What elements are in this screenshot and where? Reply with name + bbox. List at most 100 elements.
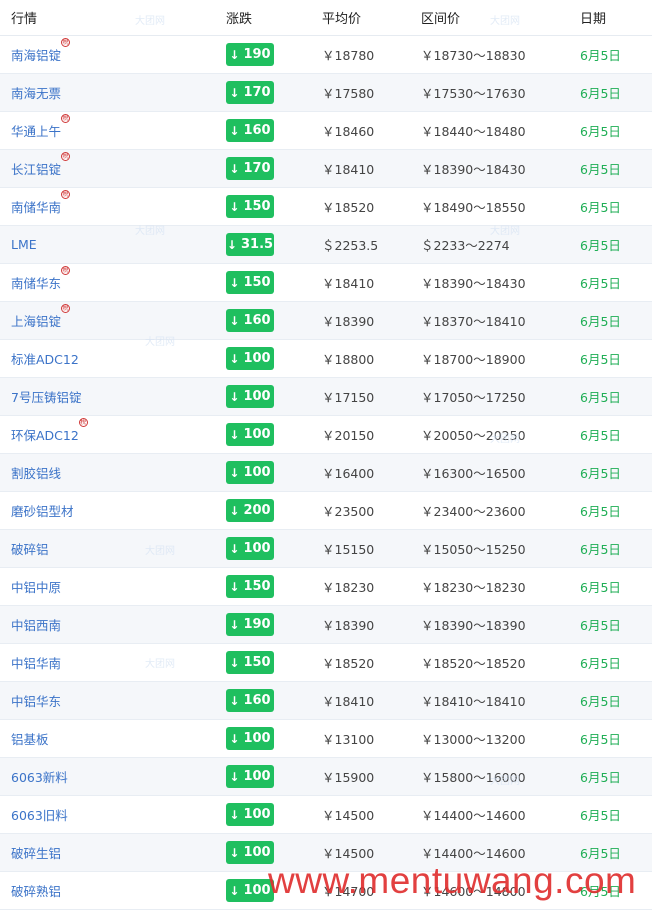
- date-cell: 6月5日: [580, 352, 621, 367]
- range-price-cell: ￥18230～18230: [421, 580, 526, 595]
- market-name-wrap[interactable]: 6063新料: [11, 767, 68, 786]
- avg-price-cell: ￥18390: [322, 314, 375, 329]
- market-name-link[interactable]: 上海铝锭: [11, 314, 61, 329]
- market-name-link[interactable]: 华通上午: [11, 124, 61, 139]
- market-name-wrap[interactable]: 磨砂铝型材: [11, 501, 74, 520]
- market-name-link[interactable]: 中铝西南: [11, 618, 61, 633]
- avg-price-cell: ￥16400: [322, 466, 375, 481]
- arrow-down-icon: ↓: [229, 693, 240, 708]
- market-name-cell: 上海铝锭税: [11, 302, 211, 339]
- table-row: 6063新料 ↓ 100 ￥15900 ￥15800～16000 6月5日: [0, 758, 652, 796]
- market-name-link[interactable]: 6063新料: [11, 770, 68, 785]
- change-pill: ↓ 150: [226, 651, 274, 674]
- avg-price-cell: ￥18410: [322, 694, 375, 709]
- market-name-cell: 标准ADC12: [11, 340, 211, 377]
- market-name-link[interactable]: 南海无票: [11, 86, 61, 101]
- market-name-cell: 割胶铝线: [11, 454, 211, 491]
- avg-price-cell: ￥18230: [322, 580, 375, 595]
- market-name-wrap[interactable]: 长江铝锭税: [11, 152, 71, 178]
- change-cell: ↓ 150: [226, 188, 306, 225]
- range-price-cell: ￥18520～18520: [421, 656, 526, 671]
- column-header-avg-price: 平均价: [322, 12, 362, 27]
- change-pill: ↓ 150: [226, 271, 274, 294]
- avg-price-cell: ￥18520: [322, 200, 375, 215]
- market-name-wrap[interactable]: 上海铝锭税: [11, 304, 71, 330]
- date-cell: 6月5日: [580, 770, 621, 785]
- table-body: 南海铝锭税 ↓ 190 ￥18780 ￥18730～18830 6月5日 南海无票 ↓ 170 ￥…: [0, 36, 652, 910]
- market-name-wrap[interactable]: 破碎熟铝: [11, 881, 61, 900]
- market-name-link[interactable]: 破碎铝: [11, 542, 49, 557]
- market-name-wrap[interactable]: 南储华南税: [11, 190, 71, 216]
- market-name-link[interactable]: 中铝华南: [11, 656, 61, 671]
- change-pill: ↓ 150: [226, 575, 274, 598]
- market-name-wrap[interactable]: 环保ADC12 税: [11, 418, 88, 444]
- market-name-wrap[interactable]: 华通上午税: [11, 114, 71, 140]
- change-cell: ↓ 100: [226, 340, 306, 377]
- change-pill: ↓ 100: [226, 803, 274, 826]
- range-price-cell: ￥18730～18830: [421, 48, 526, 63]
- market-name-wrap[interactable]: 割胶铝线: [11, 463, 61, 482]
- market-name-link[interactable]: 长江铝锭: [11, 162, 61, 177]
- market-name-link[interactable]: 6063旧料: [11, 808, 68, 823]
- change-pill: ↓ 100: [226, 537, 274, 560]
- date-cell: 6月5日: [580, 48, 621, 63]
- table-row: 南储华东税 ↓ 150 ￥18410 ￥18390～18430 6月5日: [0, 264, 652, 302]
- market-name-wrap[interactable]: 破碎生铝: [11, 843, 61, 862]
- market-name-cell: 磨砂铝型材: [11, 492, 211, 529]
- market-name-wrap[interactable]: 7号压铸铝锭: [11, 387, 81, 406]
- market-name-link[interactable]: 铝基板: [11, 732, 49, 747]
- change-pill: ↓ 190: [226, 43, 274, 66]
- arrow-down-icon: ↓: [229, 275, 240, 290]
- range-price-cell: ￥18390～18390: [421, 618, 526, 633]
- market-name-cell: 中铝华南: [11, 644, 211, 681]
- market-name-link[interactable]: 南储华东: [11, 276, 61, 291]
- change-pill: ↓ 150: [226, 195, 274, 218]
- market-name-link[interactable]: 中铝华东: [11, 694, 61, 709]
- market-name-link[interactable]: 割胶铝线: [11, 466, 61, 481]
- change-value: 150: [243, 199, 271, 214]
- market-name-link[interactable]: 标准ADC12: [11, 352, 79, 367]
- market-name-link[interactable]: 7号压铸铝锭: [11, 390, 81, 405]
- market-name-link[interactable]: LME: [11, 237, 37, 252]
- change-pill: ↓ 100: [226, 765, 274, 788]
- range-price-cell: ￥18490～18550: [421, 200, 526, 215]
- change-pill: ↓ 100: [226, 841, 274, 864]
- market-name-wrap[interactable]: 南海铝锭税: [11, 38, 71, 64]
- price-table: 行情 涨跌 平均价 区间价 日期 南海铝锭税 ↓ 190 ￥18780 ￥18730～1…: [0, 0, 652, 910]
- arrow-down-icon: ↓: [229, 161, 240, 176]
- market-name-wrap[interactable]: 破碎铝: [11, 539, 49, 558]
- arrow-down-icon: ↓: [229, 769, 240, 784]
- market-name-link[interactable]: 环保ADC12: [11, 428, 79, 443]
- date-cell: 6月5日: [580, 580, 621, 595]
- market-name-link[interactable]: 破碎熟铝: [11, 884, 61, 899]
- market-name-link[interactable]: 磨砂铝型材: [11, 504, 74, 519]
- market-name-wrap[interactable]: 中铝中原: [11, 577, 61, 596]
- market-name-wrap[interactable]: 标准ADC12: [11, 349, 79, 368]
- market-name-wrap[interactable]: 南储华东税: [11, 266, 71, 292]
- date-cell: 6月5日: [580, 694, 621, 709]
- market-name-link[interactable]: 破碎生铝: [11, 846, 61, 861]
- market-name-link[interactable]: 南储华南: [11, 200, 61, 215]
- table-row: 6063旧料 ↓ 100 ￥14500 ￥14400～14600 6月5日: [0, 796, 652, 834]
- market-name-link[interactable]: 中铝中原: [11, 580, 61, 595]
- change-value: 100: [243, 883, 271, 898]
- market-name-wrap[interactable]: 铝基板: [11, 729, 49, 748]
- arrow-down-icon: ↓: [229, 389, 240, 404]
- arrow-down-icon: ↓: [229, 655, 240, 670]
- change-value: 100: [243, 427, 271, 442]
- market-name-wrap[interactable]: 中铝西南: [11, 615, 61, 634]
- table-row: 7号压铸铝锭 ↓ 100 ￥17150 ￥17050～17250 6月5日: [0, 378, 652, 416]
- market-name-wrap[interactable]: 中铝华南: [11, 653, 61, 672]
- change-pill: ↓ 160: [226, 689, 274, 712]
- date-cell: 6月5日: [580, 124, 621, 139]
- arrow-down-icon: ↓: [229, 579, 240, 594]
- change-pill: ↓ 200: [226, 499, 274, 522]
- table-row: 南储华南税 ↓ 150 ￥18520 ￥18490～18550 6月5日: [0, 188, 652, 226]
- market-name-link[interactable]: 南海铝锭: [11, 48, 61, 63]
- market-name-wrap[interactable]: 南海无票: [11, 83, 61, 102]
- market-name-wrap[interactable]: 中铝华东: [11, 691, 61, 710]
- change-pill: ↓ 100: [226, 879, 274, 902]
- market-name-wrap[interactable]: LME: [11, 237, 37, 252]
- market-name-wrap[interactable]: 6063旧料: [11, 805, 68, 824]
- change-cell: ↓ 100: [226, 758, 306, 795]
